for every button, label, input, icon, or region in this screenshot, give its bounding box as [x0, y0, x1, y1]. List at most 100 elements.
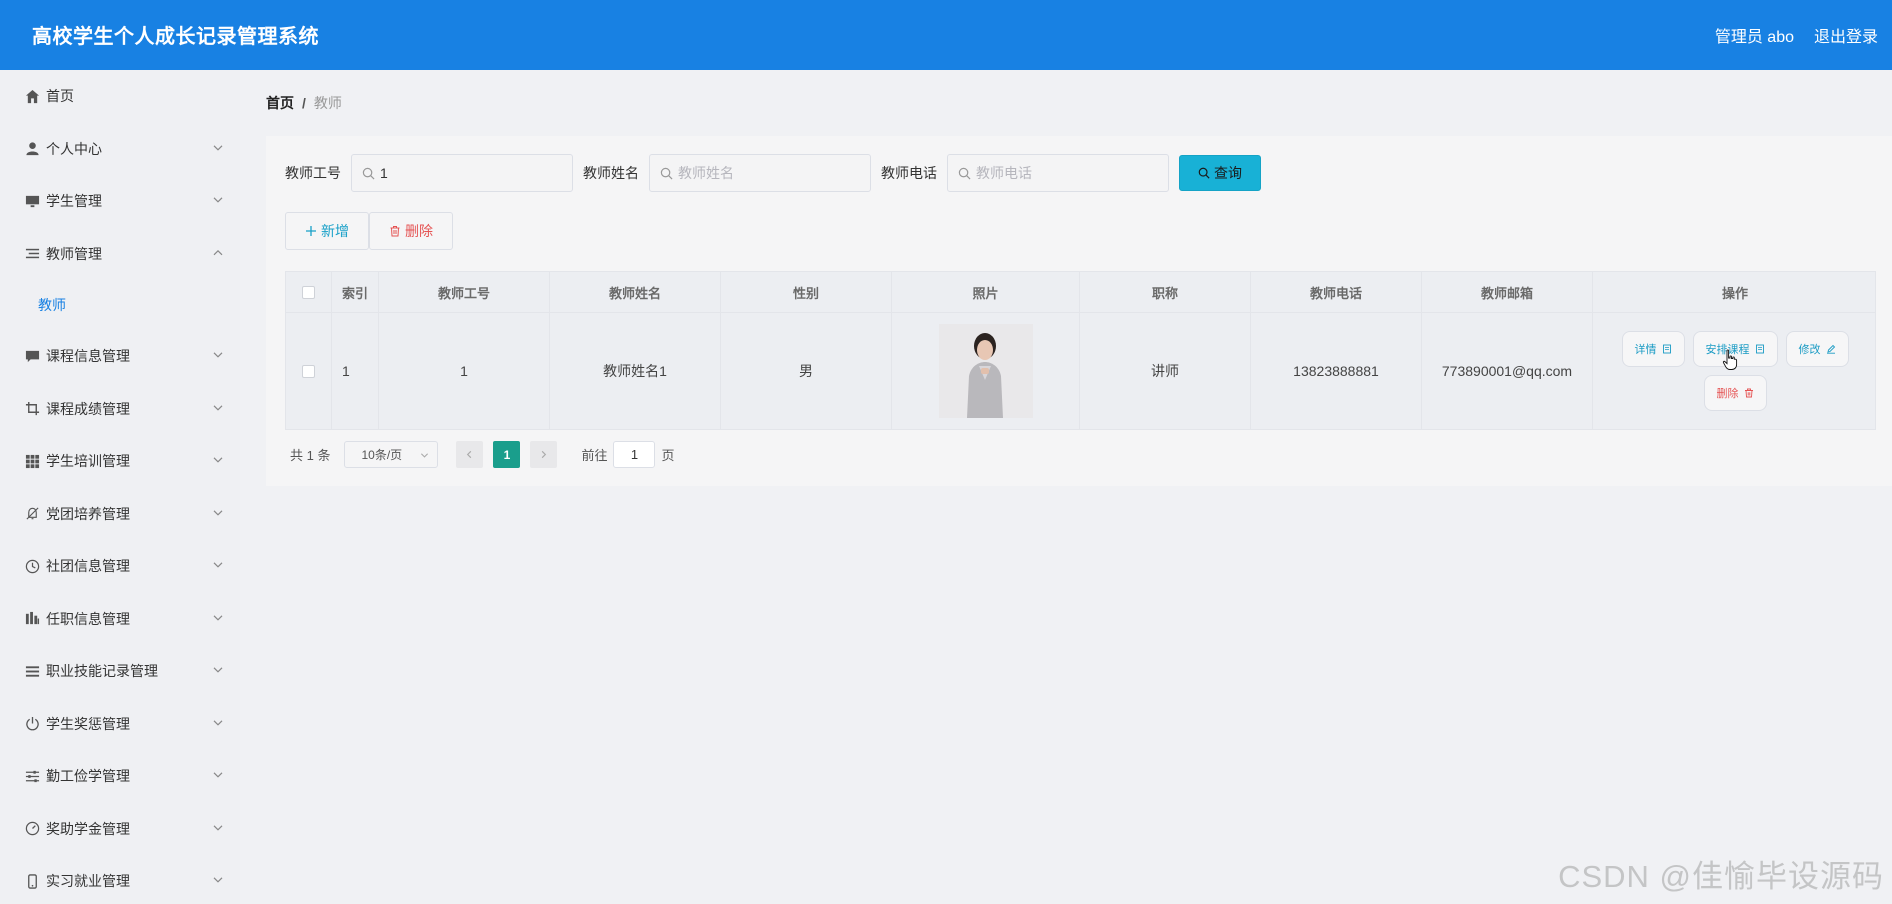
add-button[interactable]: 新增	[285, 212, 369, 250]
sidebar-item-label: 学生管理	[46, 193, 102, 210]
batch-delete-label: 删除	[405, 223, 433, 239]
action-bar: 新增 删除	[285, 212, 453, 250]
cell-phone: 13823888881	[1251, 313, 1422, 429]
sidebar-item-home[interactable]: 首页	[0, 70, 240, 123]
chevron-right-icon	[542, 450, 547, 459]
table-row: 1 1 教师姓名1 男 讲师 13823888881 773890001@qq.…	[286, 313, 1875, 429]
sidebar-item-clubs[interactable]: 社团信息管理	[0, 540, 240, 593]
header-teacher-no: 教师工号	[379, 272, 550, 312]
teacher-phone-placeholder: 教师电话	[976, 165, 1032, 181]
search-icon	[1198, 167, 1210, 179]
cell-index: 1	[332, 313, 379, 429]
pagination: 共 1 条 10条/页 1 前往 1 页	[290, 441, 675, 468]
goto-page-input[interactable]: 1	[613, 441, 656, 468]
trash-icon	[390, 226, 400, 237]
chevron-down-icon	[213, 877, 223, 883]
table-header: 索引 教师工号 教师姓名 性别 照片 职称 教师电话 教师邮箱 操作	[286, 272, 1875, 313]
add-button-label: 新增	[321, 223, 349, 239]
sidebar-item-label: 勤工俭学管理	[46, 768, 130, 785]
cell-title: 讲师	[1080, 313, 1251, 429]
cell-email: 773890001@qq.com	[1422, 313, 1593, 429]
teacher-name-input[interactable]: 教师姓名	[649, 154, 871, 192]
query-button-label: 查询	[1214, 165, 1242, 181]
sidebar-item-party[interactable]: 党团培养管理	[0, 488, 240, 541]
delete-row-label: 删除	[1716, 388, 1739, 400]
sliders-icon	[24, 768, 40, 784]
chevron-down-icon	[213, 405, 223, 411]
breadcrumb-current: 教师	[313, 95, 342, 111]
next-page-button[interactable]	[530, 441, 558, 468]
sidebar-subitem-teacher[interactable]: 教师	[0, 280, 240, 330]
power-icon	[24, 716, 40, 732]
sidebar-item-label: 个人中心	[46, 140, 102, 157]
page-size-select[interactable]: 10条/页	[344, 441, 439, 468]
teacher-no-label: 教师工号	[285, 165, 341, 181]
chat-icon	[24, 348, 40, 364]
cell-teacher-no: 1	[379, 313, 550, 429]
teacher-no-value: 1	[380, 165, 388, 181]
sidebar-item-workstudy[interactable]: 勤工俭学管理	[0, 750, 240, 803]
sidebar-item-label: 学生奖惩管理	[46, 715, 130, 732]
user-name: 管理员 abo	[1714, 29, 1794, 46]
sidebar-item-rewards[interactable]: 学生奖惩管理	[0, 698, 240, 751]
app-title: 高校学生个人成长记录管理系统	[32, 26, 319, 48]
monitor-icon	[24, 193, 40, 209]
chevron-down-icon	[213, 825, 223, 831]
sidebar-item-label: 学生培训管理	[46, 453, 130, 470]
phone-icon	[24, 873, 40, 889]
sidebar-item-label: 实习就业管理	[46, 873, 130, 890]
sidebar-item-personal[interactable]: 个人中心	[0, 123, 240, 176]
prev-page-button[interactable]	[456, 441, 484, 468]
chevron-down-icon	[213, 457, 223, 463]
header-teacher-name: 教师姓名	[550, 272, 721, 312]
sidebar-item-label: 社团信息管理	[46, 558, 130, 575]
page-number-current[interactable]: 1	[493, 441, 521, 468]
sidebar-item-internship[interactable]: 实习就业管理	[0, 855, 240, 904]
row-checkbox[interactable]	[302, 364, 315, 378]
sidebar-item-courses[interactable]: 课程信息管理	[0, 330, 240, 383]
sidebar-item-teachers[interactable]: 教师管理	[0, 228, 240, 281]
sidebar-item-skills[interactable]: 职业技能记录管理	[0, 645, 240, 698]
user-icon	[24, 141, 40, 157]
header-title: 职称	[1080, 272, 1251, 312]
query-button[interactable]: 查询	[1179, 155, 1261, 191]
edit-button[interactable]: 修改	[1785, 331, 1849, 367]
logout-link[interactable]: 退出登录	[1814, 23, 1878, 47]
breadcrumb-separator: /	[302, 95, 306, 111]
select-all-checkbox[interactable]	[302, 285, 315, 299]
document-icon	[1662, 344, 1671, 354]
sidebar-item-grades[interactable]: 课程成绩管理	[0, 383, 240, 436]
goto-unit: 页	[661, 448, 675, 463]
top-bar: 高校学生个人成长记录管理系统 管理员 abo 退出登录	[0, 0, 1892, 70]
bell-off-icon	[24, 506, 40, 522]
teacher-phone-input[interactable]: 教师电话	[947, 154, 1169, 192]
search-icon	[958, 167, 971, 179]
detail-button-label: 详情	[1634, 344, 1657, 356]
clock-icon	[24, 558, 40, 574]
sidebar-item-label: 教师管理	[46, 245, 102, 262]
chevron-down-icon	[421, 453, 429, 458]
sidebar-item-students[interactable]: 学生管理	[0, 175, 240, 228]
trash-icon	[1744, 388, 1753, 398]
chevron-left-icon	[467, 450, 472, 459]
sidebar-item-scholarship[interactable]: 奖助学金管理	[0, 803, 240, 856]
sidebar-item-positions[interactable]: 任职信息管理	[0, 593, 240, 646]
plus-icon	[306, 226, 316, 236]
sidebar-item-label: 首页	[46, 88, 74, 105]
cell-ops: 详情 安排课程 修改 删除	[1593, 313, 1877, 429]
teacher-no-input[interactable]: 1	[351, 154, 573, 192]
sidebar-item-label: 任职信息管理	[46, 610, 130, 627]
detail-button[interactable]: 详情	[1621, 331, 1685, 367]
breadcrumb: 首页 / 教师	[266, 93, 342, 113]
pagination-total: 共 1 条	[290, 448, 331, 463]
sidebar-item-training[interactable]: 学生培训管理	[0, 435, 240, 488]
batch-delete-button[interactable]: 删除	[369, 212, 453, 250]
chevron-down-icon	[213, 615, 223, 621]
header-sex: 性别	[721, 272, 892, 312]
sidebar-item-label: 职业技能记录管理	[46, 663, 158, 680]
row-select	[286, 313, 332, 429]
delete-row-button[interactable]: 删除	[1703, 375, 1767, 411]
header-email: 教师邮箱	[1422, 272, 1593, 312]
breadcrumb-home[interactable]: 首页	[266, 95, 294, 111]
teacher-table: 索引 教师工号 教师姓名 性别 照片 职称 教师电话 教师邮箱 操作 1 1 教…	[285, 271, 1876, 430]
